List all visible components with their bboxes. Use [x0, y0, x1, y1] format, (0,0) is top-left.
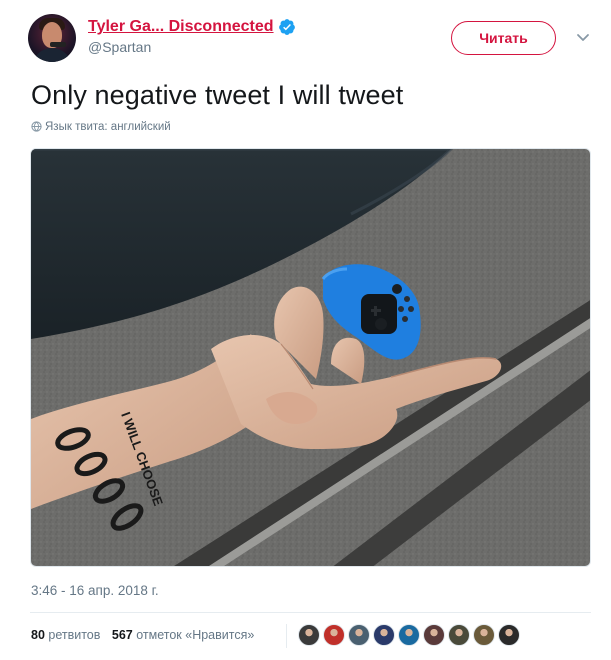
tweet-header: Tyler Ga... Disconnected @Spartan Читать: [28, 14, 598, 64]
tweet-text: Only negative tweet I will tweet: [31, 80, 404, 110]
liker-avatar-9[interactable]: [498, 624, 520, 646]
tweet-stats: 80 ретвитов 567 отметок «Нравится»: [31, 628, 262, 642]
likes-count: 567: [111, 628, 133, 642]
liker-avatar-8[interactable]: [473, 624, 495, 646]
author-handle[interactable]: @Spartan: [88, 39, 296, 55]
profile-avatar[interactable]: [28, 14, 76, 62]
verified-badge-icon: [278, 19, 295, 35]
liker-avatar-4[interactable]: [373, 624, 395, 646]
likers-avatars: [286, 624, 523, 650]
photo-illustration: I WILL CHOOSE: [31, 149, 590, 566]
author-display-name[interactable]: Tyler Ga... Disconnected: [88, 18, 274, 36]
retweets-label: ретвитов: [48, 628, 101, 642]
liker-avatar-5[interactable]: [398, 624, 420, 646]
chevron-down-icon[interactable]: [573, 27, 593, 47]
stats-divider: [30, 612, 591, 613]
liker-avatar-1[interactable]: [298, 624, 320, 646]
likes-stat[interactable]: 567 отметок «Нравится»: [112, 628, 254, 642]
language-label: Язык твита: английский: [45, 121, 171, 133]
likers-divider: [286, 624, 287, 648]
tweet-language: Язык твита: английский: [31, 121, 171, 133]
liker-avatar-7[interactable]: [448, 624, 470, 646]
retweets-stat[interactable]: 80 ретвитов: [31, 628, 100, 642]
likes-label: отметок «Нравится»: [136, 628, 255, 642]
globe-icon: [31, 121, 42, 132]
liker-avatar-2[interactable]: [323, 624, 345, 646]
retweets-count: 80: [31, 628, 45, 642]
liker-avatar-6[interactable]: [423, 624, 445, 646]
tweet-timestamp[interactable]: 3:46 - 16 апр. 2018 г.: [31, 583, 159, 598]
follow-button[interactable]: Читать: [451, 21, 556, 55]
author-info: Tyler Ga... Disconnected @Spartan: [88, 18, 296, 55]
tweet-photo[interactable]: I WILL CHOOSE: [30, 148, 591, 567]
liker-avatar-3[interactable]: [348, 624, 370, 646]
